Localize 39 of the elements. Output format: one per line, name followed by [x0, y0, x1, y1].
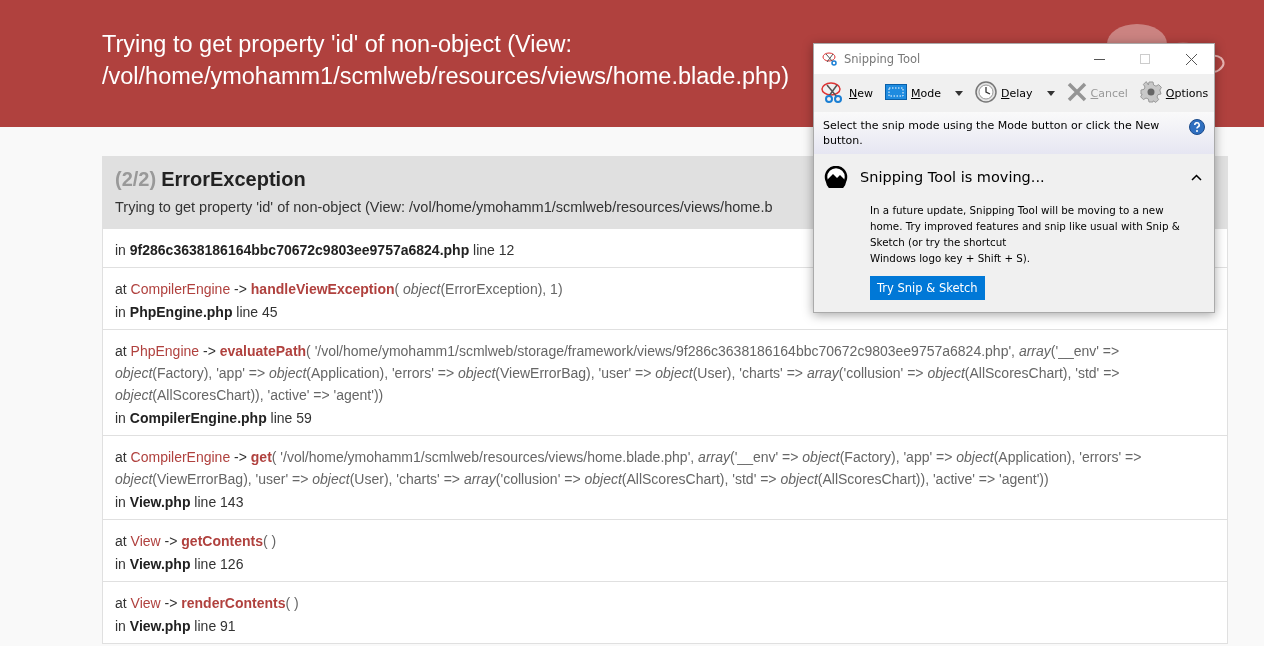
try-snip-sketch-button[interactable]: Try Snip & Sketch [870, 276, 985, 300]
toolbar-button[interactable]: Options [1136, 78, 1212, 108]
help-icon [1189, 119, 1205, 135]
file-location: in View.php line 143 [115, 493, 244, 512]
scissors-icon [821, 80, 845, 103]
mountain-icon [824, 166, 848, 188]
toolbar-button[interactable]: New [818, 78, 876, 108]
call-signature: at CompilerEngine -> get( '/vol/home/ymohamm1/scmlweb/resources/views/home.blade.php', array('__env' => object(Factory), 'app' => object(Application), 'errors' => object(ViewErrorBag), 'user' => object(User), 'charts' => array('collusion' => object(AllScoresChart), 'std' => object(AllScoresChart)), 'active' => 'agent')) [115, 448, 1143, 489]
notice-text: In a future update, Snipping Tool will be moving to a new home. Try improved features and snip like usual with Snip & Sketch (or try the shortcut Windows logo key + Shift + S). [870, 203, 1181, 266]
exception-name: ErrorException [161, 168, 306, 191]
file-location: in View.php line 91 [115, 617, 236, 636]
instruction-text: Select the snip mode using the Mode button or click the New button. [823, 119, 1160, 147]
call-signature: at CompilerEngine -> handleViewException( object(ErrorException), 1) [115, 280, 563, 299]
error-title: Trying to get property 'id' of non-object (View: /vol/home/ymohamm1/scmlweb/resources/views/home.blade.php) [102, 30, 790, 91]
dropdown-caret-icon [1046, 90, 1055, 96]
file-location: in CompilerEngine.php line 59 [115, 409, 312, 428]
chevron-up-icon [1191, 173, 1202, 181]
minimize-icon [1093, 58, 1105, 60]
clock-icon [975, 80, 997, 103]
file-location: in PhpEngine.php line 45 [115, 303, 278, 322]
maximize-icon [1140, 54, 1150, 64]
window-title: Snipping Tool [844, 52, 922, 66]
exception-counter: (2/2) [115, 168, 157, 191]
dropdown-caret-icon [955, 90, 963, 96]
call-signature: at PhpEngine -> evaluatePath( '/vol/home/ymohamm1/scmlweb/storage/framework/views/9f286c3638186164bbc70672c9803ee9757a6824.php', array('__env' => object(Factory), 'app' => object(Application), 'errors' => object(ViewErrorBag), 'user' => object(User), 'charts' => array('collusion' => object(AllScoresChart), 'std' => object(AllScoresChart)), 'active' => 'agent')) [115, 342, 1121, 405]
rectangle-icon [885, 83, 907, 100]
exception-message: Trying to get property 'id' of non-object (View: /vol/home/ymohamm1/scmlweb/resources/views/home.b [115, 199, 773, 215]
gear-icon [1139, 80, 1162, 103]
call-signature: at View -> getContents( ) [115, 532, 277, 551]
close-icon [1066, 81, 1087, 102]
toolbar-button[interactable]: Delay [972, 78, 1058, 108]
toolbar-button[interactable]: Mode [882, 81, 966, 105]
file-location: in 9f286c3638186164bbc70672c9803ee9757a6824.php line 12 [115, 241, 515, 260]
close-icon [1185, 53, 1197, 65]
collapse-button[interactable] [1189, 171, 1204, 183]
scissors-icon [822, 52, 838, 66]
call-signature: at View -> renderContents( ) [115, 594, 299, 613]
file-location: in View.php line 126 [115, 555, 244, 574]
notice-title: Snipping Tool is moving... [860, 169, 1046, 185]
